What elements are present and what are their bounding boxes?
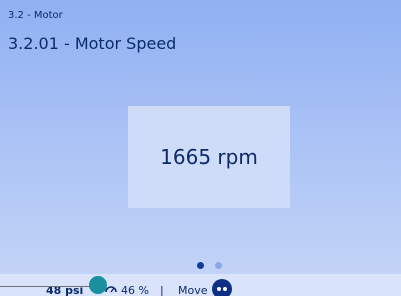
status-separator: | — [160, 284, 164, 296]
load-readout: 46 % — [121, 284, 149, 296]
page-dot-2[interactable] — [215, 262, 222, 269]
motor-speed-value: 1665 rpm — [160, 145, 258, 169]
device-screen: 3.2 - Motor 3.2.01 - Motor Speed 1665 rp… — [0, 0, 401, 296]
overlay-handle-knob[interactable] — [89, 276, 107, 294]
page-dot-1[interactable] — [197, 262, 204, 269]
motor-speed-value-box: 1665 rpm — [128, 106, 290, 208]
move-icon[interactable] — [212, 279, 232, 296]
page-title: 3.2.01 - Motor Speed — [8, 34, 177, 53]
page-indicator — [197, 262, 222, 269]
overlay-handle-line — [0, 286, 92, 287]
move-label[interactable]: Move — [178, 284, 208, 296]
breadcrumb: 3.2 - Motor — [8, 10, 63, 21]
